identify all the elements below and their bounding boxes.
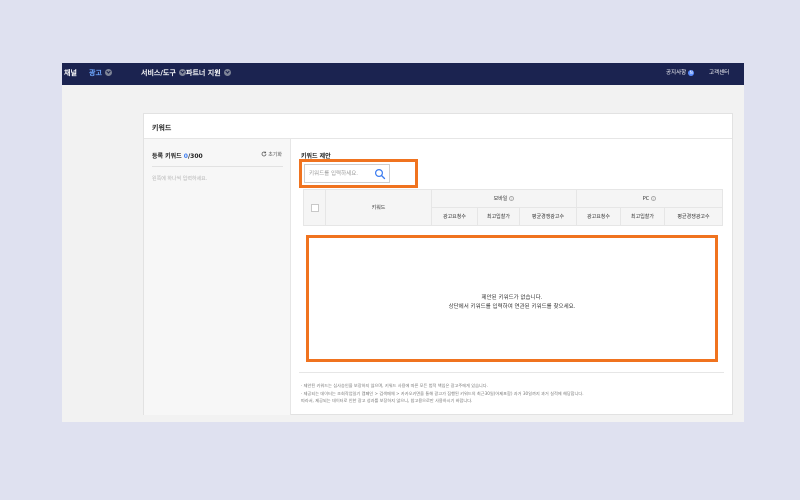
table-header-row: 키워드 모바일 i PC i xyxy=(303,189,724,226)
empty-message: 제안된 키워드가 없습니다. xyxy=(481,295,543,301)
select-all-cell xyxy=(303,189,326,226)
mobile-group-header: 모바일 i xyxy=(430,189,578,208)
info-icon[interactable]: i xyxy=(651,195,657,201)
nav-item-channel[interactable]: 채널 xyxy=(64,63,77,85)
registered-keywords-label: 등록 키워드 0/300 xyxy=(152,153,203,160)
keyword-search-input[interactable] xyxy=(309,168,375,180)
notice-link[interactable]: 공지사항 N xyxy=(666,63,695,85)
nav-item-partner-support[interactable]: 파트너 지원 xyxy=(186,63,231,85)
page-title: 키워드 xyxy=(152,124,172,132)
pc-avg-competitors-header[interactable]: 평균경쟁광고수 xyxy=(664,207,724,226)
keyword-suggest-table: 키워드 모바일 i PC i 광고요청수 최고입찰가 평균경쟁광고수 광고요청수 최… xyxy=(303,189,724,226)
app-screen: 채널 광고 서비스/도구 파트너 지원 공지사항 N 고객센터 키워드 등록 키워… xyxy=(62,63,744,422)
chevron-down-icon xyxy=(223,69,231,76)
pc-group-header: PC i xyxy=(576,189,724,208)
notes-divider xyxy=(299,372,724,373)
empty-hint: 상단에서 키워드를 입력하여 연관된 키워드를 찾으세요. xyxy=(448,304,576,310)
note-line: · 제공되는 데이터는 조회작업일기 캠페인 > 검색매체 > 카카오키면을 통… xyxy=(301,390,584,396)
select-all-checkbox[interactable] xyxy=(310,203,319,212)
nav-item-ads[interactable]: 광고 xyxy=(89,63,112,85)
reset-button[interactable]: 초기화 xyxy=(261,151,282,158)
keyword-column-header: 키워드 xyxy=(325,189,432,226)
left-divider xyxy=(152,166,283,167)
support-link[interactable]: 고객센터 xyxy=(709,63,729,85)
info-icon[interactable]: i xyxy=(509,196,515,201)
mobile-requests-header[interactable]: 광고요청수 xyxy=(431,207,478,226)
pc-requests-header[interactable]: 광고요청수 xyxy=(576,207,622,226)
refresh-icon xyxy=(261,151,266,157)
pc-max-bid-header[interactable]: 최고입찰가 xyxy=(620,207,666,226)
search-icon[interactable] xyxy=(374,168,386,180)
keyword-search-box xyxy=(304,164,390,183)
notice-badge: N xyxy=(688,70,695,76)
chevron-down-icon xyxy=(178,69,186,76)
note-line: · 제안된 키워드는 심사승인을 보장하지 않으며, 키워드 사용에 따른 모든… xyxy=(301,383,488,388)
keyword-suggest-title: 키워드 제안 xyxy=(301,153,331,160)
registered-keywords-panel: 등록 키워드 0/300 초기화 왼쪽에 하나씩 입력하세요. xyxy=(144,139,291,415)
nav-item-service-tools[interactable]: 서비스/도구 xyxy=(141,63,186,85)
mobile-max-bid-header[interactable]: 최고입찰가 xyxy=(477,207,520,226)
mobile-avg-competitors-header[interactable]: 평균경쟁광고수 xyxy=(518,207,578,226)
keyword-entry-placeholder[interactable]: 왼쪽에 하나씩 입력하세요. xyxy=(152,175,207,182)
top-navbar: 채널 광고 서비스/도구 파트너 지원 공지사항 N 고객센터 xyxy=(62,63,744,85)
chevron-down-icon xyxy=(104,69,112,76)
keyword-card: 키워드 등록 키워드 0/300 초기화 왼쪽에 하나씩 입력하세요. 키워드 … xyxy=(143,113,733,415)
note-line: 따라서, 제공되는 데이터로 인한 광고 성과를 보장하지 않으니, 참고용으로… xyxy=(301,398,473,403)
notes-section: · 제안된 키워드는 심사승인을 보장하지 않으며, 키워드 사용에 따른 모든… xyxy=(301,382,726,405)
empty-results-box: 제안된 키워드가 없습니다. 상단에서 키워드를 입력하여 연관된 키워드를 찾… xyxy=(306,235,718,362)
